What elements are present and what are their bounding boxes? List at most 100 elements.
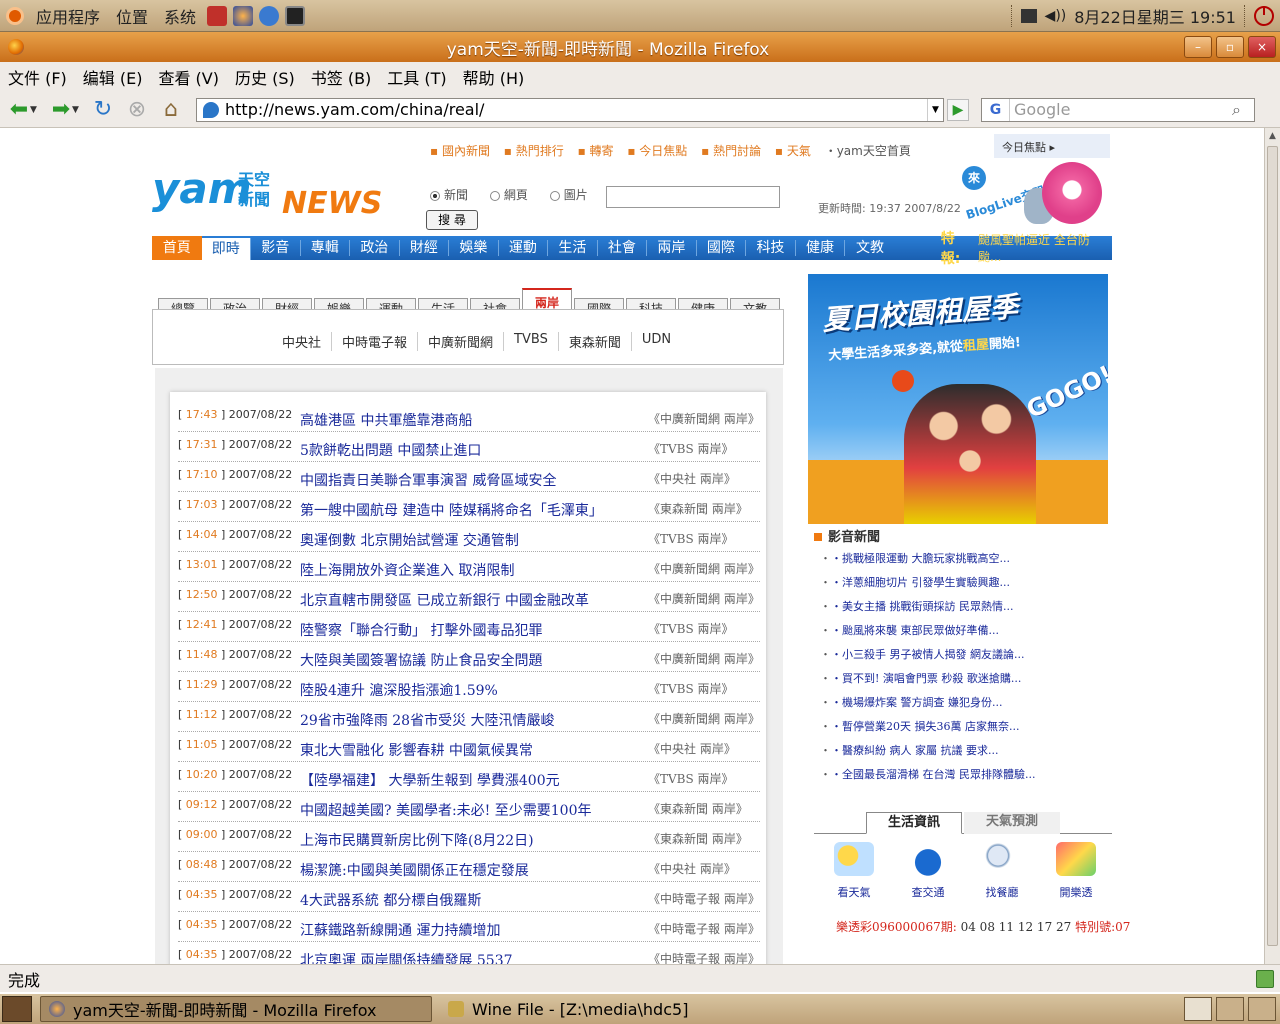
source-link[interactable]: 中廣新聞網 [418, 332, 505, 351]
nav-society[interactable]: 社會 [598, 240, 648, 256]
applications-menu[interactable]: 应用程序 [28, 0, 108, 32]
source-link[interactable]: 東森新聞 [559, 332, 632, 351]
video-news-link[interactable]: ・全國最長溜滑梯 在台灣 民眾排隊體驗... [820, 766, 1110, 790]
top-link[interactable]: ▪ 轉寄 [578, 144, 614, 158]
search-option-news[interactable]: 新聞 [430, 188, 468, 202]
video-news-link[interactable]: ・美女主播 挑戰街頭採訪 民眾熱情... [820, 598, 1110, 622]
nav-video[interactable]: 影音 [251, 240, 301, 256]
workspace-2[interactable] [1216, 997, 1244, 1021]
video-news-link[interactable]: ・機場爆炸案 警方調查 嫌犯身份... [820, 694, 1110, 718]
forward-history-chevron-icon[interactable]: ▼ [72, 105, 84, 115]
top-link[interactable]: ▪ 熱門討論 [701, 144, 761, 158]
traffic-link[interactable]: 查交通 [898, 842, 958, 900]
source-link[interactable]: 中央社 [272, 332, 333, 351]
stop-icon[interactable]: ⊗ [122, 96, 152, 124]
top-link[interactable]: ▪ 國內新聞 [430, 144, 490, 158]
power-icon[interactable] [1254, 5, 1274, 26]
top-link[interactable]: ▪ 今日焦點 [627, 144, 687, 158]
status-addon-icon[interactable] [1256, 969, 1274, 988]
scroll-thumb[interactable] [1267, 146, 1278, 946]
video-news-link[interactable]: ・洋蔥細胞切片 引發學生實驗興趣... [820, 574, 1110, 598]
firefox-launcher-icon[interactable] [233, 5, 254, 26]
reload-icon[interactable]: ↻ [88, 96, 118, 124]
bloglive-ad[interactable]: 來 BlogLive交朋友 [960, 162, 1110, 234]
menu-view[interactable]: 查看 (V) [150, 65, 227, 89]
ubuntu-logo-icon[interactable] [6, 6, 24, 25]
taskbar-wine-window[interactable]: Wine File - [Z:\media\hdc5] [440, 996, 696, 1022]
news-headline-link[interactable]: 陸股4連升 滬深股指漲逾1.59% [300, 680, 498, 700]
app-launcher-icon[interactable] [259, 5, 280, 26]
menu-help[interactable]: 帮助 (H) [455, 65, 533, 89]
nav-politics[interactable]: 政治 [350, 240, 400, 256]
network-icon[interactable] [1020, 8, 1037, 23]
taskbar-firefox-window[interactable]: yam天空-新聞-即時新聞 - Mozilla Firefox [40, 996, 432, 1022]
menu-edit[interactable]: 编辑 (E) [75, 65, 151, 89]
show-desktop-icon[interactable] [2, 996, 32, 1022]
launcher-icon[interactable] [207, 5, 228, 26]
news-headline-link[interactable]: 東北大雪融化 影響春耕 中國氣候異常 [300, 740, 533, 760]
terminal-launcher-icon[interactable] [285, 5, 306, 26]
menu-bookmarks[interactable]: 书签 (B) [303, 65, 380, 89]
top-link-yam-home[interactable]: ・yam天空首頁 [825, 144, 911, 158]
news-headline-link[interactable]: 高雄港區 中共軍艦靠港商船 [300, 410, 472, 430]
source-link[interactable]: TVBS [504, 332, 559, 351]
menu-history[interactable]: 历史 (S) [227, 65, 303, 89]
weather-link[interactable]: 看天氣 [824, 842, 884, 900]
url-dropdown-chevron-icon[interactable]: ▼ [927, 98, 943, 121]
nav-realtime[interactable]: 即時 [201, 238, 252, 260]
nav-education[interactable]: 文教 [845, 240, 895, 256]
nav-special[interactable]: 專輯 [301, 240, 351, 256]
vertical-scrollbar[interactable]: ▲ [1264, 128, 1280, 964]
news-headline-link[interactable]: 陸上海開放外資企業進入 取消限制 [300, 560, 514, 580]
yam-news-logo[interactable]: yam 天空 新聞 NEWS [152, 158, 382, 224]
source-link[interactable]: 中時電子報 [332, 332, 419, 351]
search-option-image[interactable]: 圖片 [549, 188, 588, 202]
close-button[interactable]: × [1248, 36, 1276, 58]
home-icon[interactable]: ⌂ [156, 96, 186, 124]
menu-tools[interactable]: 工具 (T) [379, 65, 454, 89]
workspace-1[interactable] [1184, 997, 1212, 1021]
radio-news[interactable] [430, 190, 440, 201]
window-titlebar[interactable]: yam天空-新聞-即時新聞 - Mozilla Firefox – ▫ × [0, 32, 1280, 62]
video-news-link[interactable]: ・小三殺手 男子被情人揭發 網友議論... [820, 646, 1110, 670]
video-news-link[interactable]: ・買不到! 演唱會門票 秒殺 歌迷搶購... [820, 670, 1110, 694]
minimize-button[interactable]: – [1184, 36, 1212, 58]
news-headline-link[interactable]: 北京奧運 兩岸關係持續發展 5537 [300, 950, 513, 964]
video-news-link[interactable]: ・颱風將來襲 東部民眾做好準備... [820, 622, 1110, 646]
tab-weather-forecast[interactable]: 天氣預測 [964, 812, 1060, 834]
back-history-chevron-icon[interactable]: ▼ [30, 105, 42, 115]
news-headline-link[interactable]: 29省市強降雨 28省市受災 大陸汛情嚴峻 [300, 710, 555, 730]
nav-health[interactable]: 健康 [796, 240, 846, 256]
volume-icon[interactable]: ◀)) [1045, 8, 1067, 24]
site-search-input[interactable] [606, 186, 780, 208]
news-headline-link[interactable]: 5款餅乾出問題 中國禁止進口 [300, 440, 481, 460]
maximize-button[interactable]: ▫ [1216, 36, 1244, 58]
tab-life-info[interactable]: 生活資訊 [866, 812, 962, 834]
news-headline-link[interactable]: 中國指責日美聯合軍事演習 威脅區域安全 [300, 470, 556, 490]
system-menu[interactable]: 系统 [156, 0, 204, 32]
radio-web[interactable] [489, 190, 500, 201]
menu-file[interactable]: 文件 (F) [0, 65, 75, 89]
trash-icon[interactable] [1248, 997, 1276, 1021]
special-report-text[interactable]: 颱風聖帕逼近 全台防颱... [978, 231, 1112, 265]
go-arrow-icon[interactable]: ▶ [947, 98, 969, 121]
nav-home[interactable]: 首頁 [152, 236, 202, 260]
top-link[interactable]: ▪ 天氣 [775, 144, 811, 158]
nav-tech[interactable]: 科技 [746, 240, 796, 256]
hot-topic-box[interactable]: 今日焦點 ▸ [994, 134, 1110, 158]
news-headline-link[interactable]: 奧運倒數 北京開始試營運 交通管制 [300, 530, 519, 550]
news-headline-link[interactable]: 4大武器系統 都分標自俄羅斯 [300, 890, 481, 910]
search-bar[interactable]: G Google ⌕ [981, 97, 1255, 122]
radio-image[interactable] [549, 190, 560, 201]
video-news-link[interactable]: ・暫停營業20天 損失36萬 店家無奈... [820, 718, 1110, 742]
news-headline-link[interactable]: 上海市民購買新房比例下降(8月22日) [300, 830, 534, 850]
search-input[interactable]: Google [1010, 100, 1232, 119]
news-headline-link[interactable]: 第一艘中國航母 建造中 陸媒稱將命名「毛澤東」 [300, 500, 603, 520]
restaurant-link[interactable]: 找餐廳 [972, 842, 1032, 900]
news-headline-link[interactable]: 大陸與美國簽署協議 防止食品安全問題 [300, 650, 542, 670]
places-menu[interactable]: 位置 [108, 0, 156, 32]
news-headline-link[interactable]: 北京直轄市開發區 已成立新銀行 中國金融改革 [300, 590, 589, 610]
nav-international[interactable]: 國際 [697, 240, 747, 256]
video-news-link[interactable]: ・醫療糾紛 病人 家屬 抗議 要求... [820, 742, 1110, 766]
search-engine-icon[interactable]: G [982, 98, 1010, 121]
